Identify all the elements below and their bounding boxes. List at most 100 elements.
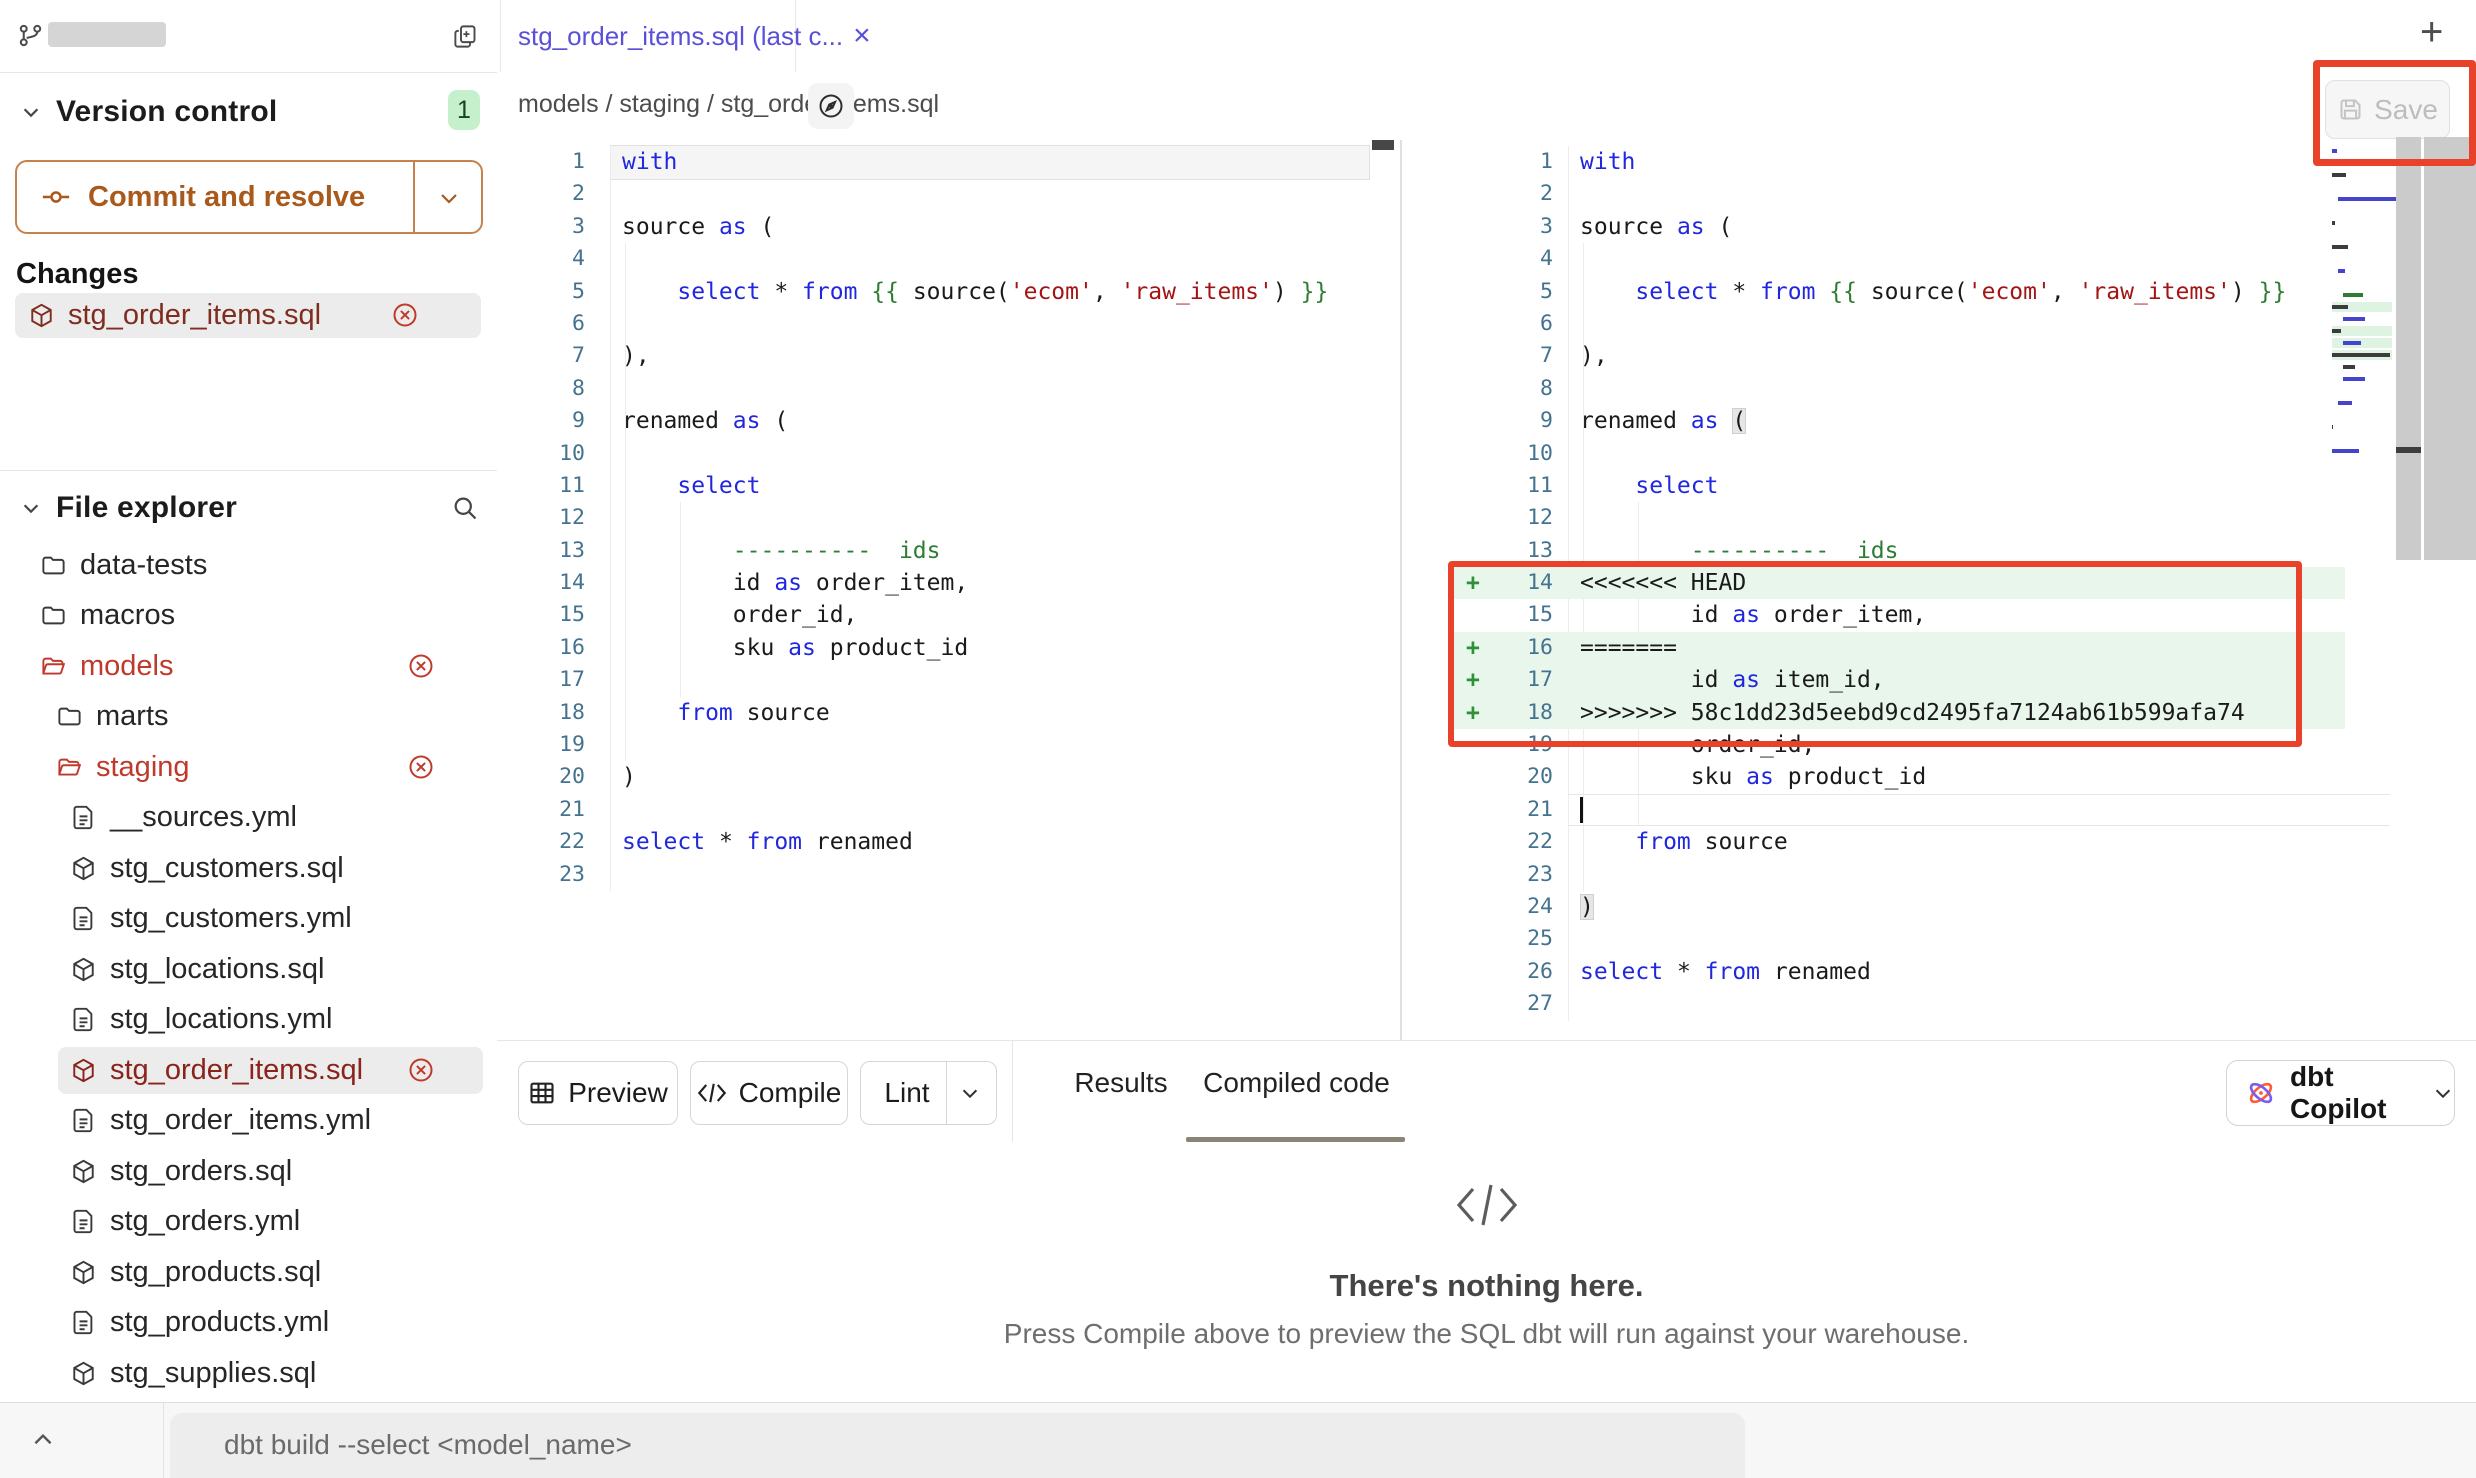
file-explorer-item-stg-locations-yml[interactable]: stg_locations.yml bbox=[0, 995, 497, 1046]
changed-file-row[interactable]: stg_order_items.sql bbox=[15, 293, 481, 338]
code-line-20[interactable]: 20 sku as product_id bbox=[1402, 761, 2476, 793]
tab-results[interactable]: Results bbox=[1066, 1067, 1176, 1099]
code-line-14[interactable]: 14 id as order_item, bbox=[497, 567, 1400, 599]
commit-and-resolve-button[interactable]: Commit and resolve bbox=[15, 160, 483, 234]
code-line-23[interactable]: 23 bbox=[1402, 859, 2476, 891]
code-line-22[interactable]: 22select * from renamed bbox=[497, 826, 1400, 858]
expand-command-panel-icon[interactable] bbox=[30, 1427, 56, 1453]
code-line-6[interactable]: 6 bbox=[1402, 308, 2476, 340]
lint-button[interactable]: Lint bbox=[860, 1061, 997, 1125]
code-line-2[interactable]: 2 bbox=[1402, 178, 2476, 210]
git-branch-icon[interactable] bbox=[17, 22, 44, 49]
file-explorer-item-stg-supplies-sql[interactable]: stg_supplies.sql bbox=[0, 1348, 497, 1399]
code-line-6[interactable]: 6 bbox=[497, 308, 1400, 340]
file-explorer-item-staging[interactable]: staging bbox=[0, 742, 497, 793]
code-line-4[interactable]: 4 bbox=[1402, 243, 2476, 275]
file-explorer-item-macros[interactable]: macros bbox=[0, 591, 497, 642]
code-line-27[interactable]: 27 bbox=[1402, 988, 2476, 1020]
code-line-8[interactable]: 8 bbox=[497, 373, 1400, 405]
file-explorer-item-stg-orders-yml[interactable]: stg_orders.yml bbox=[0, 1197, 497, 1248]
code-line-7[interactable]: 7), bbox=[1402, 340, 2476, 372]
file-explorer-item-stg-products-yml[interactable]: stg_products.yml bbox=[0, 1298, 497, 1349]
code-line-21[interactable]: 21 bbox=[497, 794, 1400, 826]
file-explorer-item-stg-locations-sql[interactable]: stg_locations.sql bbox=[0, 944, 497, 995]
code-line-4[interactable]: 4 bbox=[497, 243, 1400, 275]
code-line-9[interactable]: 9renamed as ( bbox=[497, 405, 1400, 437]
file-explorer-item-data-tests[interactable]: data-tests bbox=[0, 540, 497, 591]
code-line-1[interactable]: 1with bbox=[497, 146, 1400, 178]
discard-change-icon[interactable] bbox=[391, 301, 419, 329]
file-explorer-item--sources-yml[interactable]: __sources.yml bbox=[0, 793, 497, 844]
line-number: 17 bbox=[497, 664, 585, 696]
code-line-8[interactable]: 8 bbox=[1402, 373, 2476, 405]
code-line-18[interactable]: 18 from source bbox=[497, 697, 1400, 729]
code-line-5[interactable]: 5 select * from {{ source('ecom', 'raw_i… bbox=[497, 276, 1400, 308]
file-explorer-item-models[interactable]: models bbox=[0, 641, 497, 692]
code-line-12[interactable]: 12 bbox=[497, 502, 1400, 534]
lint-dropdown-chevron-icon[interactable] bbox=[947, 1082, 993, 1104]
file-explorer-item-stg-customers-yml[interactable]: stg_customers.yml bbox=[0, 894, 497, 945]
code-line-5[interactable]: 5 select * from {{ source('ecom', 'raw_i… bbox=[1402, 276, 2476, 308]
version-control-header[interactable]: Version control 1 bbox=[0, 90, 497, 134]
code-line-15[interactable]: 15 id as order_item, bbox=[1402, 599, 2476, 631]
code-line-21[interactable]: 21 bbox=[1402, 794, 2476, 826]
code-line-23[interactable]: 23 bbox=[497, 859, 1400, 891]
code-line-3[interactable]: 3source as ( bbox=[497, 211, 1400, 243]
lineage-compass-icon[interactable] bbox=[808, 83, 854, 129]
tab-compiled-code[interactable]: Compiled code bbox=[1189, 1067, 1404, 1099]
editor-pane-modified[interactable]: 1with23source as (45 select * from {{ so… bbox=[1402, 140, 2476, 1040]
code-line-18[interactable]: +18>>>>>>> 58c1dd23d5eebd9cd2495fa7124ab… bbox=[1402, 697, 2476, 729]
code-line-20[interactable]: 20) bbox=[497, 761, 1400, 793]
discard-change-icon[interactable] bbox=[407, 652, 435, 680]
code-line-15[interactable]: 15 order_id, bbox=[497, 599, 1400, 631]
file-explorer-item-stg-products-sql[interactable]: stg_products.sql bbox=[0, 1247, 497, 1298]
code-line-7[interactable]: 7), bbox=[497, 340, 1400, 372]
discard-change-icon[interactable] bbox=[407, 1056, 435, 1084]
file-explorer-item-stg-order-items-sql[interactable]: stg_order_items.sql bbox=[0, 1045, 497, 1096]
new-tab-button[interactable]: + bbox=[2420, 10, 2443, 55]
code-line-10[interactable]: 10 bbox=[1402, 438, 2476, 470]
editor-pane-original[interactable]: 1with23source as (45 select * from {{ so… bbox=[497, 140, 1400, 1040]
chevron-down-icon[interactable] bbox=[20, 497, 42, 519]
line-number: 19 bbox=[1402, 729, 1553, 761]
code-line-13[interactable]: 13 ---------- ids bbox=[1402, 535, 2476, 567]
tab-close-icon[interactable]: × bbox=[853, 21, 871, 51]
code-line-19[interactable]: 19 bbox=[497, 729, 1400, 761]
code-line-22[interactable]: 22 from source bbox=[1402, 826, 2476, 858]
copy-icon[interactable] bbox=[452, 23, 479, 50]
commit-dropdown-chevron-icon[interactable] bbox=[437, 186, 461, 210]
code-line-2[interactable]: 2 bbox=[497, 178, 1400, 210]
save-button[interactable]: Save bbox=[2325, 80, 2450, 139]
file-explorer-item-stg-order-items-yml[interactable]: stg_order_items.yml bbox=[0, 1096, 497, 1147]
chevron-down-icon[interactable] bbox=[20, 101, 42, 123]
code-line-9[interactable]: 9renamed as ( bbox=[1402, 405, 2476, 437]
search-icon[interactable] bbox=[451, 494, 479, 522]
dbt-copilot-button[interactable]: dbt Copilot bbox=[2226, 1060, 2455, 1126]
code-line-26[interactable]: 26select * from renamed bbox=[1402, 956, 2476, 988]
file-explorer-item-stg-customers-sql[interactable]: stg_customers.sql bbox=[0, 843, 497, 894]
code-line-17[interactable]: 17 bbox=[497, 664, 1400, 696]
tab-stg-order-items[interactable]: stg_order_items.sql (last c... × bbox=[500, 0, 796, 72]
code-line-11[interactable]: 11 select bbox=[1402, 470, 2476, 502]
code-line-10[interactable]: 10 bbox=[497, 438, 1400, 470]
code-line-14[interactable]: +14<<<<<<< HEAD bbox=[1402, 567, 2476, 599]
code-line-12[interactable]: 12 bbox=[1402, 502, 2476, 534]
discard-change-icon[interactable] bbox=[407, 753, 435, 781]
code-line-16[interactable]: 16 sku as product_id bbox=[497, 632, 1400, 664]
code-line-1[interactable]: 1with bbox=[1402, 146, 2476, 178]
file-explorer-item-marts[interactable]: marts bbox=[0, 692, 497, 743]
code-line-24[interactable]: 24) bbox=[1402, 891, 2476, 923]
code-line-17[interactable]: +17 id as item_id, bbox=[1402, 664, 2476, 696]
preview-button[interactable]: Preview bbox=[518, 1061, 678, 1125]
code-line-11[interactable]: 11 select bbox=[497, 470, 1400, 502]
left-pane-scrollbar-thumb[interactable] bbox=[1372, 140, 1394, 150]
file-explorer-header[interactable]: File explorer bbox=[0, 486, 497, 530]
compile-button[interactable]: Compile bbox=[690, 1061, 848, 1125]
file-explorer-item-stg-orders-sql[interactable]: stg_orders.sql bbox=[0, 1146, 497, 1197]
code-line-16[interactable]: +16======= bbox=[1402, 632, 2476, 664]
code-line-3[interactable]: 3source as ( bbox=[1402, 211, 2476, 243]
command-input[interactable]: dbt build --select <model_name> bbox=[170, 1413, 1745, 1478]
code-line-19[interactable]: 19 order_id, bbox=[1402, 729, 2476, 761]
code-line-25[interactable]: 25 bbox=[1402, 923, 2476, 955]
code-line-13[interactable]: 13 ---------- ids bbox=[497, 535, 1400, 567]
